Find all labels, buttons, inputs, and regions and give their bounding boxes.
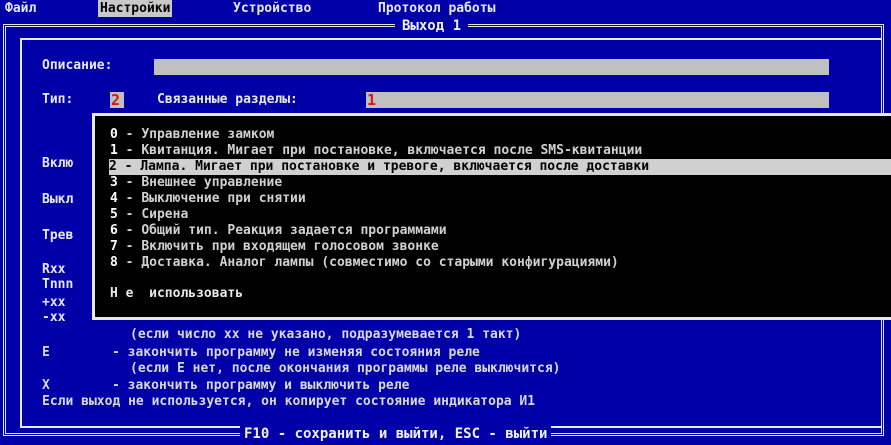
option-0-number: 0 xyxy=(110,127,118,142)
menu-device[interactable]: Устройство xyxy=(233,0,311,17)
option-0-label: Управление замком xyxy=(141,127,275,142)
option-5-number: 5 xyxy=(110,207,118,222)
side-label-rxx: Rxx xyxy=(42,262,66,277)
help-line-5: Если выход не используется, он копирует … xyxy=(42,394,536,409)
option-1[interactable]: 1 - Квитанция. Мигает при постановке, вк… xyxy=(110,143,642,159)
menu-bar: Файл Настройки Устройство Протокол работ… xyxy=(0,0,891,17)
window-title: Выход 1 xyxy=(395,17,469,35)
side-label-tnnn: Tnnn xyxy=(42,277,74,292)
help-key-e: E xyxy=(42,345,50,360)
option-4-label: Выключение при снятии xyxy=(141,191,306,206)
option-2-label: Лампа. Мигает при постановке и тревоге, … xyxy=(140,159,650,174)
side-label-plus: +xx xyxy=(42,295,66,310)
option-4-number: 4 xyxy=(110,191,118,206)
linked-sections-field[interactable] xyxy=(366,92,829,108)
option-4[interactable]: 4 - Выключение при снятии xyxy=(110,191,306,207)
type-selection-popup: 0 - Управление замком 1 - Квитанция. Миг… xyxy=(92,113,891,320)
type-label: Тип: xyxy=(42,92,74,107)
option-0[interactable]: 0 - Управление замком xyxy=(110,127,274,143)
menu-protocol[interactable]: Протокол работы xyxy=(378,0,495,17)
type-value: 2 xyxy=(111,91,121,109)
option-6-number: 6 xyxy=(110,223,118,238)
description-field[interactable] xyxy=(154,59,829,75)
side-label-on: Вклю xyxy=(42,156,74,171)
linked-sections-value: 1 xyxy=(367,91,377,109)
footer-hint: F10 - сохранить и выйти, ESC - выйти xyxy=(240,425,552,443)
side-label-off: Выкл xyxy=(42,192,74,207)
description-label: Описание: xyxy=(42,58,113,73)
option-3-label: Внешнее управление xyxy=(141,175,283,190)
option-2-selected[interactable]: 2 - Лампа. Мигает при постановке и трево… xyxy=(109,159,891,175)
menu-file[interactable]: Файл xyxy=(5,0,36,17)
option-7-label: Включить при входящем голосовом звонке xyxy=(141,239,439,254)
option-3[interactable]: 3 - Внешнее управление xyxy=(110,175,282,191)
option-3-number: 3 xyxy=(110,175,118,190)
option-2-number: 2 xyxy=(109,159,117,174)
side-label-alarm: Трев xyxy=(42,228,74,243)
option-8-label: Доставка. Аналог лампы (совместимо со ст… xyxy=(141,255,619,270)
option-6-label: Общий тип. Реакция задается программами xyxy=(141,223,447,238)
option-6[interactable]: 6 - Общий тип. Реакция задается программ… xyxy=(110,223,447,239)
option-5-label: Сирена xyxy=(141,207,189,222)
option-1-label: Квитанция. Мигает при постановке, включа… xyxy=(141,143,643,158)
help-line-3: (если E нет, после окончания программы р… xyxy=(130,361,561,376)
option-7-number: 7 xyxy=(110,239,118,254)
option-8-number: 8 xyxy=(110,255,118,270)
option-8[interactable]: 8 - Доставка. Аналог лампы (совместимо с… xyxy=(110,255,619,271)
help-line-1: (если число xx не указано, подразумевает… xyxy=(130,327,522,342)
option-1-number: 1 xyxy=(110,143,118,158)
option-5[interactable]: 5 - Сирена xyxy=(110,207,188,223)
side-label-minus: -xx xyxy=(42,310,66,325)
linked-sections-label: Связанные разделы: xyxy=(157,92,298,107)
option-not-used[interactable]: Н е использовать xyxy=(110,286,243,302)
menu-settings[interactable]: Настройки xyxy=(98,0,173,17)
option-7[interactable]: 7 - Включить при входящем голосовом звон… xyxy=(110,239,439,255)
